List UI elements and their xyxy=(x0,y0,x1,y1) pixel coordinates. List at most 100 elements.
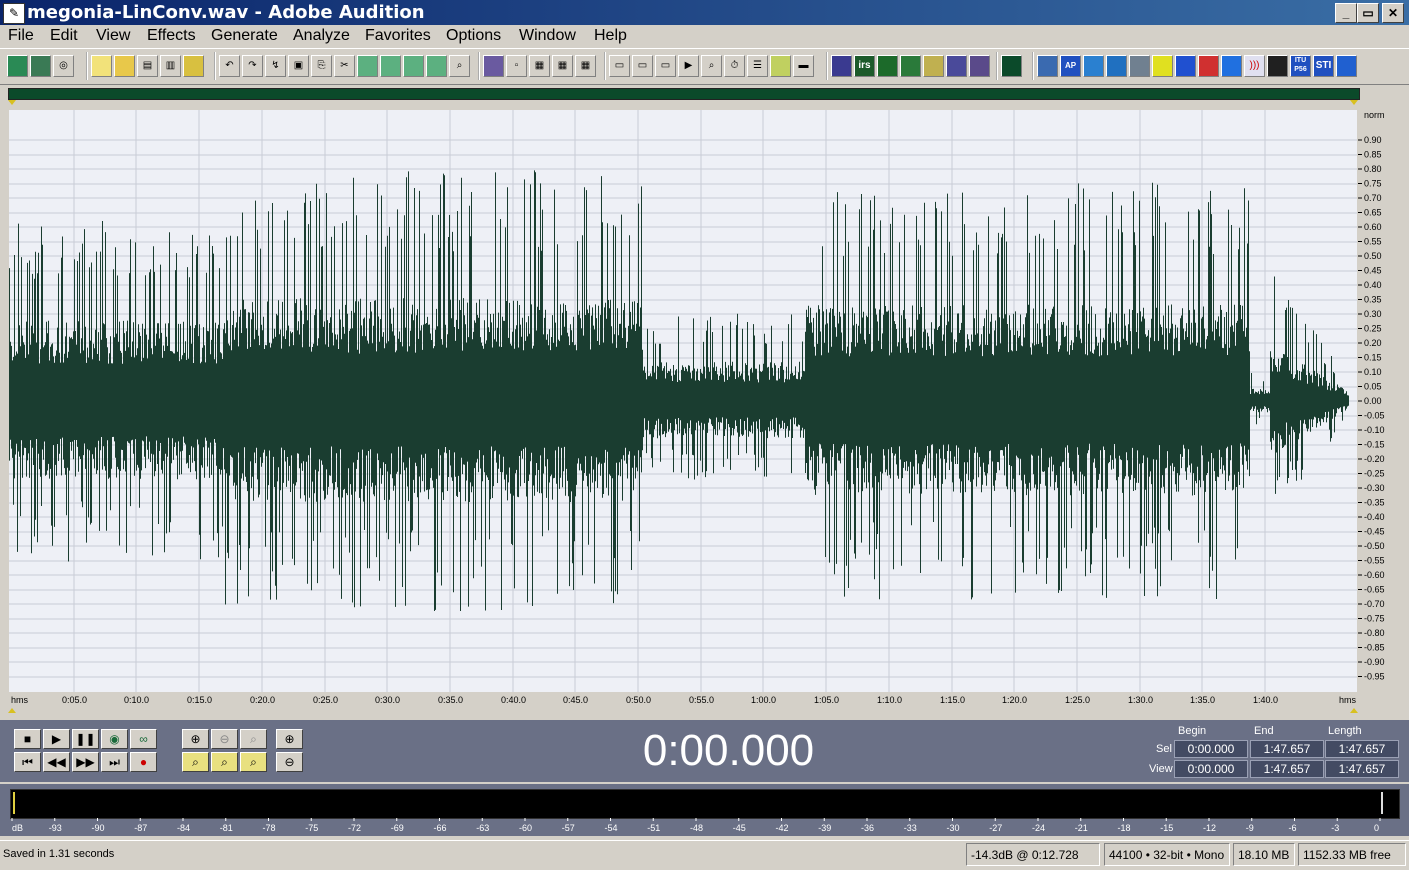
grid-view-icon[interactable]: ▦ xyxy=(529,55,550,77)
fast-forward-button[interactable]: ▶▶ xyxy=(72,752,99,772)
ap42-plugin-icon[interactable]: AP 42 xyxy=(1060,55,1081,77)
audition-icon[interactable]: ✎ xyxy=(3,3,25,24)
stereo-plugin-icon[interactable]: ))) xyxy=(1244,55,1265,77)
frequency-analysis-icon[interactable] xyxy=(831,55,852,77)
select-all-icon[interactable]: ▣ xyxy=(288,55,309,77)
start-marker-bottom-icon[interactable] xyxy=(8,708,16,713)
repeat-icon[interactable]: ↯ xyxy=(265,55,286,77)
go-to-end-button[interactable]: ⏭ xyxy=(101,752,128,772)
menu-view[interactable]: View xyxy=(96,25,130,47)
menu-effects[interactable]: Effects xyxy=(147,25,196,47)
sweep-gen-plugin-icon[interactable] xyxy=(1152,55,1173,77)
mlsm-plugin-icon[interactable] xyxy=(1083,55,1104,77)
play-to-end-button[interactable]: ◉ xyxy=(101,729,128,749)
menu-file[interactable]: File xyxy=(8,25,34,47)
equalizer-plugin-icon[interactable] xyxy=(1221,55,1242,77)
sel-end-field[interactable]: 1:47.657 xyxy=(1250,740,1324,758)
impulse-plugin-icon[interactable] xyxy=(946,55,967,77)
zoom-left-icon[interactable]: ⌕ xyxy=(182,752,209,772)
waveform-display[interactable] xyxy=(9,110,1357,692)
menu-analyze[interactable]: Analyze xyxy=(293,25,350,47)
record-button[interactable]: ● xyxy=(130,752,157,772)
go-to-start-button[interactable]: ⏮ xyxy=(14,752,41,772)
time-panel-icon[interactable]: ⏱ xyxy=(724,55,745,77)
level-meter[interactable] xyxy=(10,789,1400,819)
aurora-plugin-icon[interactable] xyxy=(1037,55,1058,77)
filter-bank-plugin-icon[interactable] xyxy=(1175,55,1196,77)
cut-icon[interactable]: ✂ xyxy=(334,55,355,77)
mixer-panel-icon[interactable]: ▬ xyxy=(793,55,814,77)
zoom-selection-icon[interactable]: ⌕ xyxy=(240,752,267,772)
spectral-view-icon[interactable] xyxy=(483,55,504,77)
minimize-button[interactable]: _ xyxy=(1335,3,1357,23)
view-end-field[interactable]: 1:47.657 xyxy=(1250,760,1324,778)
paste-new-icon[interactable] xyxy=(380,55,401,77)
undo-icon[interactable]: ↶ xyxy=(219,55,240,77)
amplitude-tick-label: 0.40 xyxy=(1364,280,1382,290)
save-all-icon[interactable]: ▥ xyxy=(160,55,181,77)
paste-icon[interactable] xyxy=(357,55,378,77)
menu-generate[interactable]: Generate xyxy=(211,25,278,47)
scope-plugin-icon[interactable] xyxy=(1267,55,1288,77)
sweep-plugin-icon[interactable] xyxy=(900,55,921,77)
meter-plugin-icon[interactable] xyxy=(1001,55,1022,77)
sti-plugin-icon[interactable]: STI xyxy=(1313,55,1334,77)
varp-plugin-icon[interactable] xyxy=(1106,55,1127,77)
zoom-full-icon[interactable]: ⌕ xyxy=(240,729,267,749)
matrix-plugin-icon[interactable] xyxy=(1129,55,1150,77)
zoom-right-icon[interactable]: ⌕ xyxy=(211,752,238,772)
zoom-out-vertical-icon[interactable]: ⊖ xyxy=(276,752,303,772)
pause-button[interactable]: ❚❚ xyxy=(72,729,99,749)
stop-button[interactable]: ■ xyxy=(14,729,41,749)
find-icon[interactable]: ⌕ xyxy=(449,55,470,77)
mix-paste-icon[interactable] xyxy=(403,55,424,77)
rewind-button[interactable]: ◀◀ xyxy=(43,752,70,772)
redo-icon[interactable]: ↷ xyxy=(242,55,263,77)
selection-panel-icon[interactable]: ☰ xyxy=(747,55,768,77)
play-panel-icon[interactable]: ▶ xyxy=(678,55,699,77)
panel3-icon[interactable]: ▭ xyxy=(655,55,676,77)
overview-bar[interactable] xyxy=(8,88,1360,100)
edit-view-icon[interactable]: ▫ xyxy=(506,55,527,77)
sel-length-field[interactable]: 1:47.657 xyxy=(1325,740,1399,758)
new-file-icon[interactable] xyxy=(91,55,112,77)
copy-icon[interactable]: ⎘ xyxy=(311,55,332,77)
loop-button[interactable]: ∞ xyxy=(130,729,157,749)
menu-favorites[interactable]: Favorites xyxy=(365,25,431,47)
panel2-icon[interactable]: ▭ xyxy=(632,55,653,77)
sel-begin-field[interactable]: 0:00.000 xyxy=(1174,740,1248,758)
time-ruler[interactable]: hms 0:05.0 0:10.0 0:15.0 0:20.0 0:25.0 0:30.0 0… xyxy=(9,692,1357,708)
trim-icon[interactable] xyxy=(426,55,447,77)
conv-plugin-icon[interactable] xyxy=(969,55,990,77)
speech-plugin-icon[interactable] xyxy=(1336,55,1357,77)
menu-window[interactable]: Window xyxy=(519,25,576,47)
end-marker-bottom-icon[interactable] xyxy=(1350,708,1358,713)
spectrum-plugin-icon[interactable] xyxy=(1198,55,1219,77)
mls-plugin-icon[interactable] xyxy=(877,55,898,77)
menu-options[interactable]: Options xyxy=(446,25,501,47)
level-panel-icon[interactable] xyxy=(770,55,791,77)
play-button[interactable]: ▶ xyxy=(43,729,70,749)
panel-icon[interactable]: ▭ xyxy=(609,55,630,77)
grid-view3-icon[interactable]: ▦ xyxy=(575,55,596,77)
view-length-field[interactable]: 1:47.657 xyxy=(1325,760,1399,778)
cd-view-icon[interactable]: ◎ xyxy=(53,55,74,77)
zoom-out-icon[interactable]: ⊖ xyxy=(211,729,238,749)
irs-plugin-icon[interactable]: irs xyxy=(854,55,875,77)
filter-plugin-icon[interactable] xyxy=(923,55,944,77)
menu-edit[interactable]: Edit xyxy=(50,25,78,47)
zoom-in-vertical-icon[interactable]: ⊕ xyxy=(276,729,303,749)
restore-button[interactable]: ▭ xyxy=(1357,3,1379,23)
zoom-in-icon[interactable]: ⊕ xyxy=(182,729,209,749)
menu-help[interactable]: Help xyxy=(594,25,627,47)
save-selection-icon[interactable] xyxy=(183,55,204,77)
close-button[interactable]: ✕ xyxy=(1382,3,1404,23)
open-file-icon[interactable] xyxy=(114,55,135,77)
view-begin-field[interactable]: 0:00.000 xyxy=(1174,760,1248,778)
save-icon[interactable]: ▤ xyxy=(137,55,158,77)
zoom-panel-icon[interactable]: ⌕ xyxy=(701,55,722,77)
grid-view2-icon[interactable]: ▦ xyxy=(552,55,573,77)
waveform-view-icon[interactable] xyxy=(7,55,28,77)
itu-p56-plugin-icon[interactable]: ITU P56 xyxy=(1290,55,1311,77)
multitrack-view-icon[interactable] xyxy=(30,55,51,77)
